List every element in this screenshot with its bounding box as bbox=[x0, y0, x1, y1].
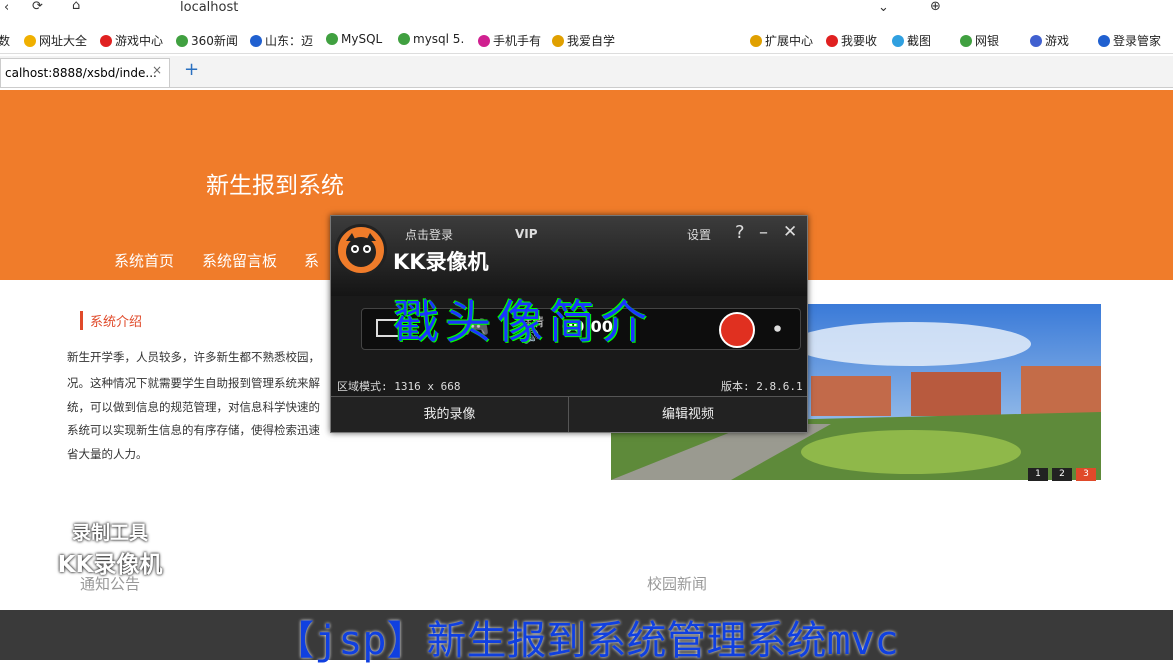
bookmark-icon bbox=[24, 35, 36, 47]
key-icon bbox=[1098, 35, 1110, 47]
nav-item[interactable]: 系 bbox=[304, 250, 319, 271]
settings-link[interactable]: 设置 bbox=[687, 226, 711, 243]
address-bar[interactable]: localhost bbox=[180, 0, 238, 15]
slide-page-3[interactable]: 3 bbox=[1076, 468, 1096, 481]
bookmark-icon bbox=[552, 35, 564, 47]
heart-icon bbox=[826, 35, 838, 47]
minimize-icon[interactable]: – bbox=[759, 222, 768, 243]
bank-icon bbox=[960, 35, 972, 47]
login-link[interactable]: 点击登录 bbox=[405, 226, 453, 243]
bookmark-item[interactable]: 我爱自学 bbox=[552, 32, 615, 49]
bookmark-icon bbox=[478, 35, 490, 47]
close-icon[interactable]: ✕ bbox=[783, 222, 797, 242]
intro-text-line: 统，可以做到信息的规范管理，对信息科学快速的 bbox=[67, 400, 320, 414]
back-icon[interactable]: ‹ bbox=[4, 0, 9, 15]
help-icon[interactable]: ? bbox=[735, 222, 745, 243]
tab-bar: calhost:8888/xsbd/inde... × + bbox=[0, 56, 1173, 88]
recorder-brand: KK录像机 bbox=[393, 250, 489, 274]
kk-logo-icon[interactable] bbox=[335, 224, 387, 276]
bookmark-item[interactable]: MySQL bbox=[326, 32, 382, 46]
favorites-button[interactable]: 我要收 bbox=[826, 32, 877, 49]
intro-text-line: 省大量的人力。 bbox=[67, 447, 148, 461]
extensions-button[interactable]: 扩展中心 bbox=[750, 32, 813, 49]
bookmark-icon bbox=[398, 33, 410, 45]
bookmark-icon bbox=[326, 33, 338, 45]
bookmark-item[interactable]: 游戏中心 bbox=[100, 32, 163, 49]
screenshot-button[interactable]: 截图 bbox=[892, 32, 931, 49]
bookmark-item[interactable]: 网址大全 bbox=[24, 32, 87, 49]
video-subtitle: 【jsp】新生报到系统管理系统mvc bbox=[274, 618, 899, 664]
nav-home[interactable]: 系统首页 bbox=[114, 250, 174, 271]
intro-text-line: 系统可以实现新生信息的有序存储，使得检索迅速 bbox=[67, 423, 320, 437]
home-icon[interactable]: ⌂ bbox=[72, 0, 80, 13]
gamepad-icon bbox=[1030, 35, 1042, 47]
news-heading: 校园新闻 bbox=[647, 575, 708, 593]
new-tab-icon[interactable]: + bbox=[184, 59, 199, 80]
site-title: 新生报到系统 bbox=[206, 173, 344, 199]
tab-title: calhost:8888/xsbd/inde... bbox=[5, 66, 157, 80]
tab-close-icon[interactable]: × bbox=[152, 63, 162, 77]
browser-toolbar: ‹ ⟳ ⌂ localhost ⌄ ⊕ bbox=[0, 0, 1173, 22]
intro-text-line: 新生开学季，人员较多，许多新生都不熟悉校园， bbox=[67, 350, 320, 364]
my-recordings-button[interactable]: 我的录像 bbox=[331, 396, 569, 432]
region-mode-label: 区域模式: 1316 x 668 bbox=[337, 380, 461, 393]
nav-guestbook[interactable]: 系统留言板 bbox=[202, 250, 277, 271]
intro-heading: 系统介绍 bbox=[80, 311, 142, 330]
bookmark-item[interactable]: mysql 5. bbox=[398, 32, 464, 46]
watermark-line: 录制工具 bbox=[71, 522, 148, 544]
scissors-icon bbox=[892, 35, 904, 47]
puzzle-icon bbox=[750, 35, 762, 47]
kk-recorder-window[interactable]: 点击登录 VIP 设置 ? – ✕ KK录像机 🎮 标清 🔊 00:00 ⏺ 戳… bbox=[330, 215, 808, 433]
bookmark-item[interactable]: 山东：迈 bbox=[250, 32, 313, 49]
refresh-icon[interactable]: ⟳ bbox=[32, 0, 43, 14]
tab-active[interactable]: calhost:8888/xsbd/inde... bbox=[0, 58, 170, 87]
record-button[interactable] bbox=[719, 312, 755, 348]
overlay-caption: 戳头像简介 bbox=[393, 295, 653, 349]
version-label: 版本: 2.8.6.1 bbox=[721, 380, 803, 393]
bookmark-icon bbox=[250, 35, 262, 47]
bookmark-item[interactable]: 数 bbox=[0, 32, 10, 49]
bookmark-icon bbox=[100, 35, 112, 47]
camera-icon[interactable]: ⏺ bbox=[774, 321, 781, 337]
dropdown-icon[interactable]: ⌄ bbox=[878, 0, 889, 15]
banking-button[interactable]: 网银 bbox=[960, 32, 999, 49]
vip-link[interactable]: VIP bbox=[515, 227, 538, 241]
bookmarks-bar: 数 网址大全 游戏中心 360新闻 山东：迈 MySQL mysql 5. 手机… bbox=[0, 26, 1173, 54]
slide-page-2[interactable]: 2 bbox=[1052, 468, 1072, 481]
bookmark-item[interactable]: 360新闻 bbox=[176, 32, 238, 49]
login-manager-button[interactable]: 登录管家 bbox=[1098, 32, 1161, 49]
recorder-watermark: 录制工具 KK录像机 bbox=[40, 518, 180, 579]
bookmark-item[interactable]: 手机手有 bbox=[478, 32, 541, 49]
edit-video-button[interactable]: 编辑视频 bbox=[569, 396, 807, 432]
watermark-line: KK录像机 bbox=[57, 552, 163, 578]
intro-text-line: 况。这种情况下就需要学生自助报到管理系统来解 bbox=[67, 376, 320, 390]
shield-icon[interactable]: ⊕ bbox=[930, 0, 941, 14]
slide-page-1[interactable]: 1 bbox=[1028, 468, 1048, 481]
games-button[interactable]: 游戏 bbox=[1030, 32, 1069, 49]
bookmark-icon bbox=[176, 35, 188, 47]
